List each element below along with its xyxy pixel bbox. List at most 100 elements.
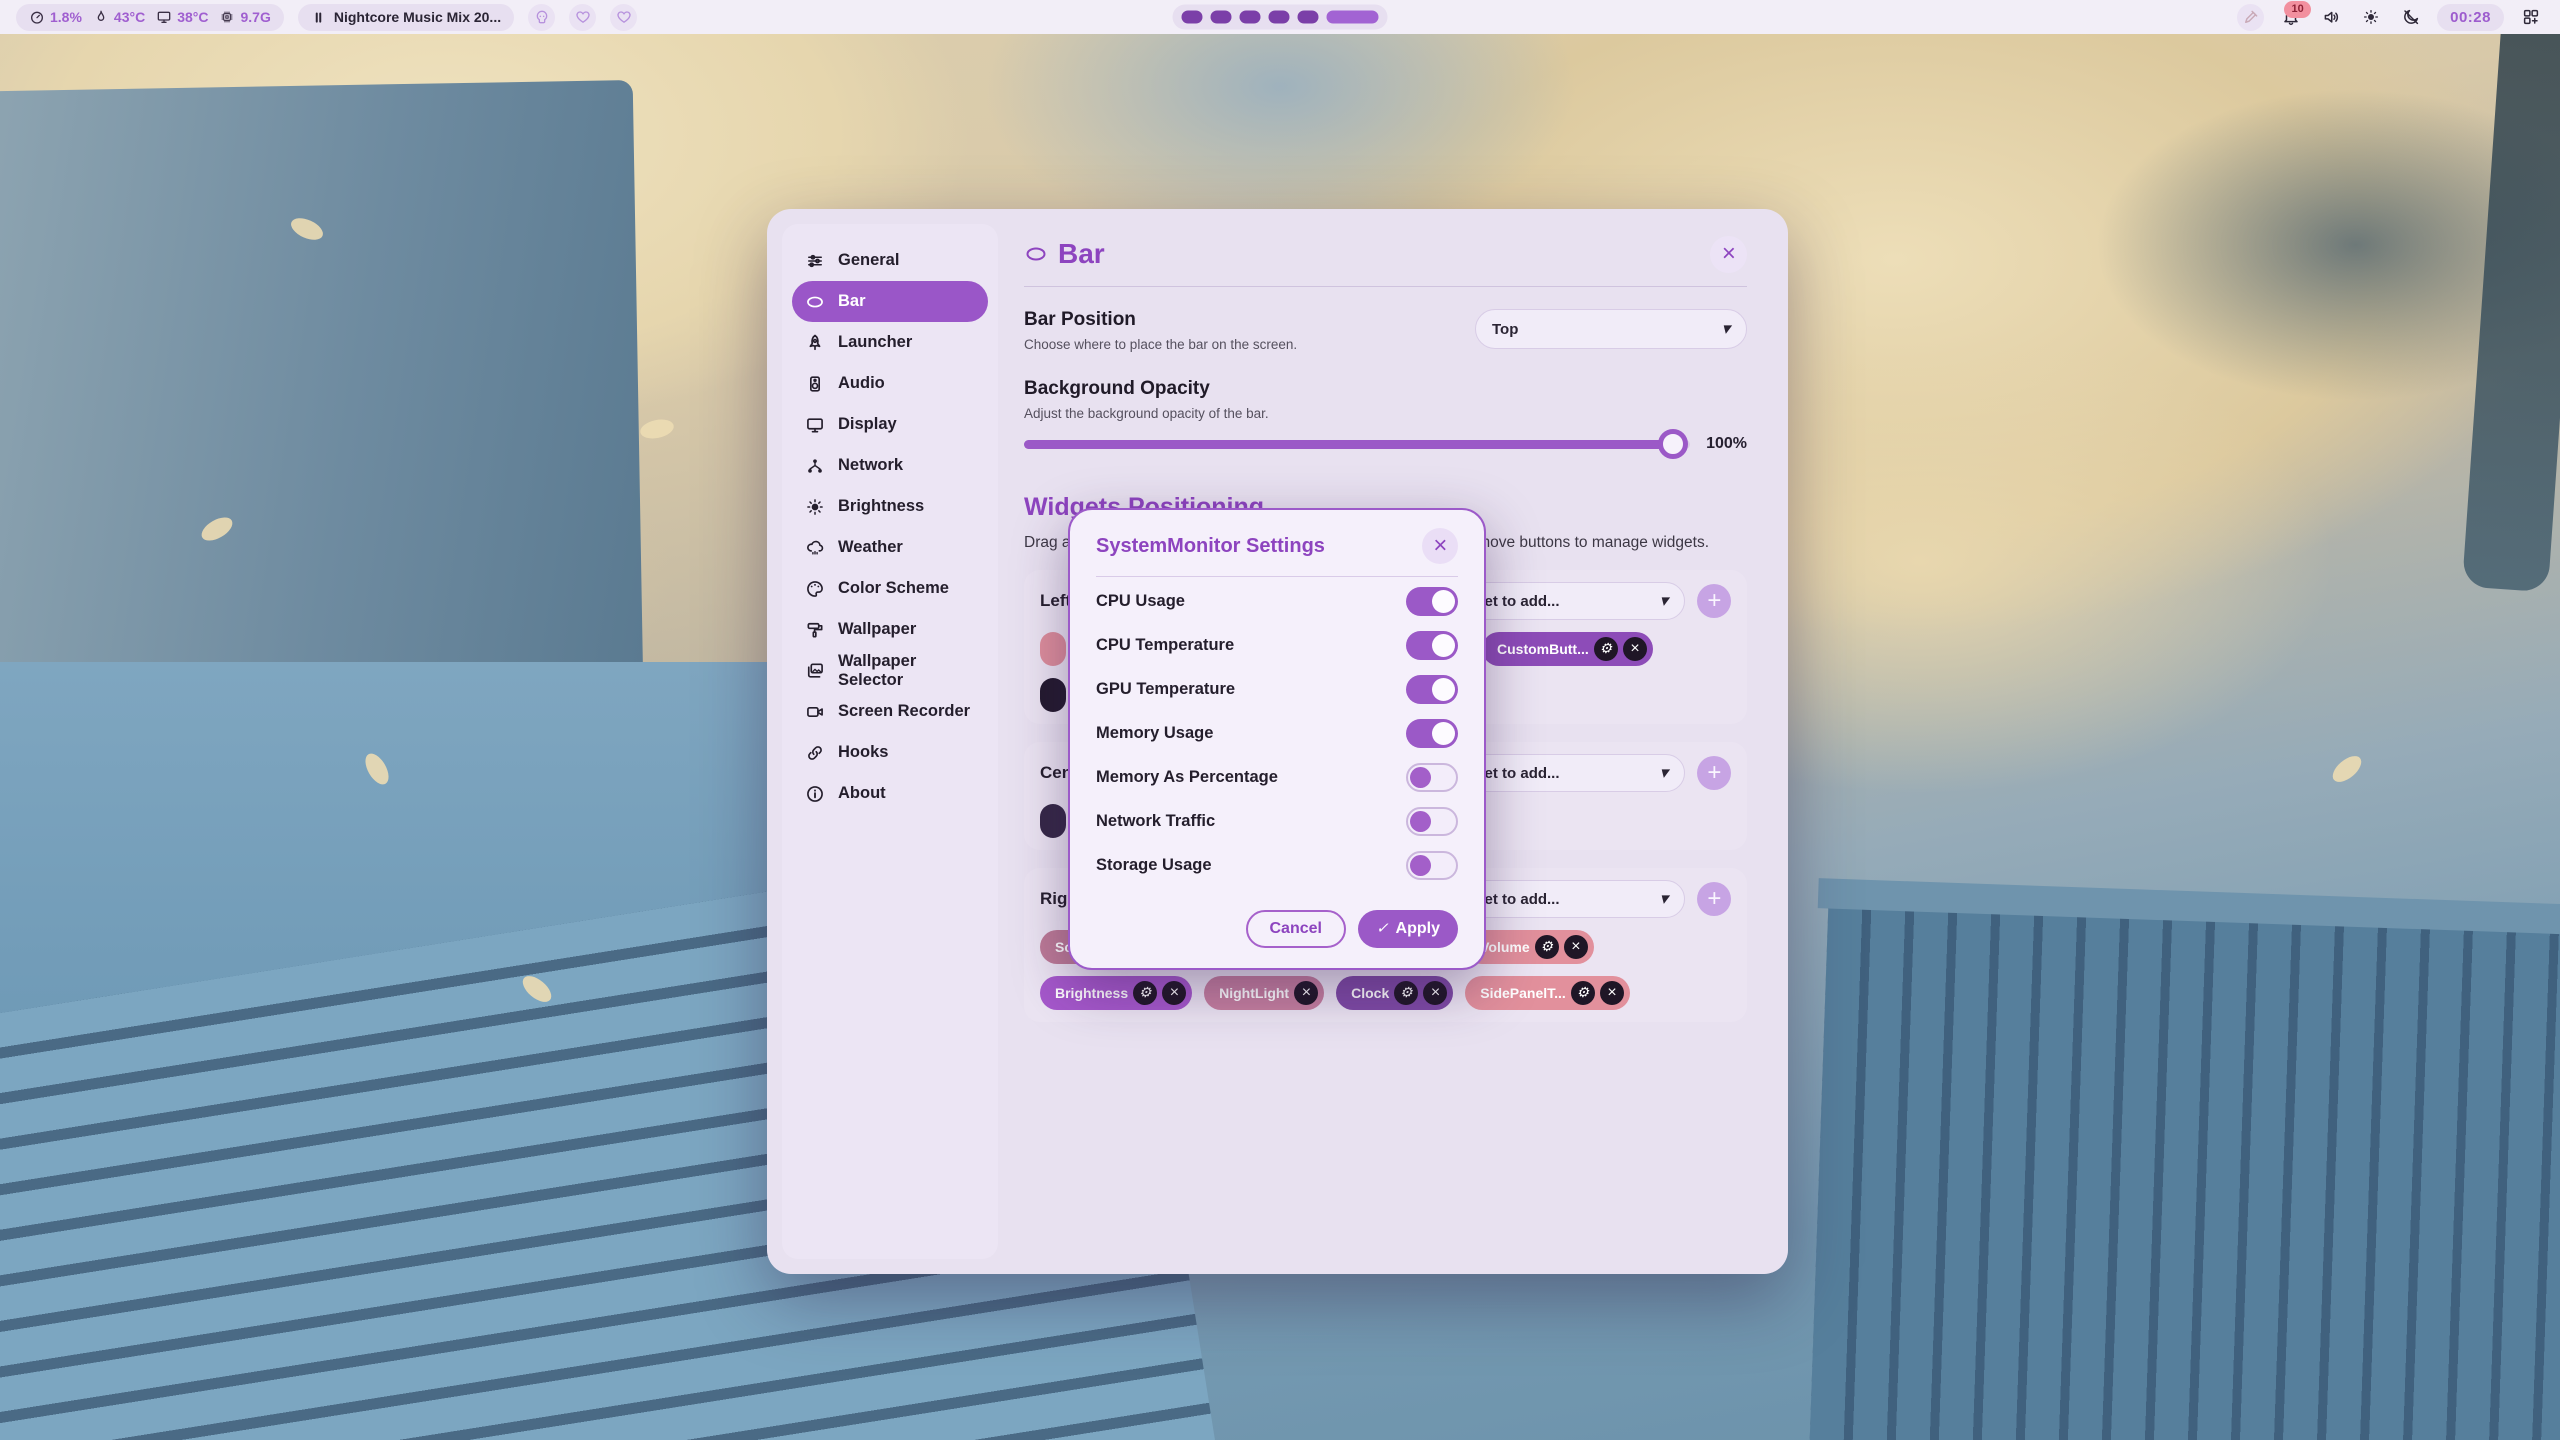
chip-nightlight[interactable]: NightLight <box>1204 976 1324 1010</box>
window-close-button[interactable] <box>1710 236 1747 273</box>
check-icon <box>1376 920 1389 938</box>
chip-partial[interactable] <box>1040 678 1066 712</box>
chevron-down-icon <box>1659 764 1668 783</box>
toggle-knob <box>1432 634 1455 657</box>
chip-remove-button[interactable] <box>1564 935 1588 959</box>
workspace-dot[interactable] <box>1211 11 1232 24</box>
add-widget-button[interactable] <box>1697 882 1731 916</box>
sidebar-item-wallpaper[interactable]: Wallpaper <box>792 609 988 650</box>
chip-clock[interactable]: Clock <box>1336 976 1453 1010</box>
chip-brightness[interactable]: Brightness <box>1040 976 1192 1010</box>
toggle-gpu-temperature[interactable] <box>1406 675 1458 704</box>
sidebar-item-display[interactable]: Display <box>792 404 988 445</box>
video-icon <box>805 702 825 722</box>
chip-settings-button[interactable] <box>1535 935 1559 959</box>
sidebar-item-screen-recorder[interactable]: Screen Recorder <box>792 691 988 732</box>
workspace-dot[interactable] <box>1240 11 1261 24</box>
chip-remove-button[interactable] <box>1162 981 1186 1005</box>
apply-button[interactable]: Apply <box>1358 910 1458 948</box>
dashboard-button[interactable] <box>2517 4 2544 31</box>
chip-custombutton[interactable]: CustomButt... <box>1482 632 1653 666</box>
memory-stat: 9.7G <box>219 9 270 25</box>
add-widget-button[interactable] <box>1697 584 1731 618</box>
workspace-dot[interactable] <box>1269 11 1290 24</box>
sidebar-item-label: About <box>838 784 886 803</box>
skull-button[interactable] <box>528 4 555 31</box>
color-picker-icon <box>2242 8 2260 26</box>
chip-settings-button[interactable] <box>1394 981 1418 1005</box>
toggle-knob <box>1410 767 1431 788</box>
settings-sidebar: General Bar Launcher Audio Display Netwo… <box>782 224 998 1259</box>
system-stats-pill[interactable]: 1.8% 43°C 38°C 9.7G <box>16 4 284 31</box>
chip-settings-button[interactable] <box>1571 981 1595 1005</box>
brightness-button[interactable] <box>2357 4 2384 31</box>
sidebar-item-weather[interactable]: Weather <box>792 527 988 568</box>
slider-handle[interactable] <box>1658 429 1688 459</box>
workspaces-indicator[interactable] <box>1173 5 1388 30</box>
close-icon <box>1571 938 1580 956</box>
toggle-network-traffic[interactable] <box>1406 807 1458 836</box>
cancel-button[interactable]: Cancel <box>1246 910 1346 948</box>
workspace-dot[interactable] <box>1182 11 1203 24</box>
chip-partial[interactable] <box>1040 632 1066 666</box>
flame-icon <box>93 9 109 25</box>
gear-icon <box>1139 984 1152 1002</box>
toggle-label: GPU Temperature <box>1096 680 1235 699</box>
background-opacity-slider[interactable] <box>1024 440 1690 449</box>
page-title: Bar <box>1058 238 1710 270</box>
toggle-cpu-usage[interactable] <box>1406 587 1458 616</box>
sidebar-item-bar[interactable]: Bar <box>792 281 988 322</box>
close-icon <box>1630 640 1639 658</box>
toggle-cpu-temperature[interactable] <box>1406 631 1458 660</box>
night-light-button[interactable] <box>2397 4 2424 31</box>
toggle-storage-usage[interactable] <box>1406 851 1458 880</box>
heart-button-1[interactable] <box>569 4 596 31</box>
sidebar-item-network[interactable]: Network <box>792 445 988 486</box>
toggle-memory-usage[interactable] <box>1406 719 1458 748</box>
color-picker-button[interactable] <box>2237 4 2264 31</box>
clock-pill[interactable]: 00:28 <box>2437 4 2504 31</box>
add-widget-button[interactable] <box>1697 756 1731 790</box>
chip-settings-button[interactable] <box>1594 637 1618 661</box>
chip-remove-button[interactable] <box>1600 981 1624 1005</box>
sidebar-item-label: Wallpaper <box>838 620 916 639</box>
gear-icon <box>1400 984 1413 1002</box>
sidebar-item-audio[interactable]: Audio <box>792 363 988 404</box>
sidebar-item-brightness[interactable]: Brightness <box>792 486 988 527</box>
background-opacity-label: Background Opacity <box>1024 378 1747 400</box>
divider <box>1096 576 1458 577</box>
sidebar-item-wallpaper-selector[interactable]: Wallpaper Selector <box>792 650 988 691</box>
oval-icon <box>805 292 825 312</box>
chip-label: SidePanelT... <box>1480 985 1566 1001</box>
toggle-label: Memory Usage <box>1096 724 1213 743</box>
divider <box>1024 286 1747 287</box>
chip-remove-button[interactable] <box>1423 981 1447 1005</box>
modal-close-button[interactable] <box>1422 528 1458 564</box>
heart-button-2[interactable] <box>610 4 637 31</box>
workspace-active[interactable] <box>1327 11 1379 24</box>
chip-settings-button[interactable] <box>1133 981 1157 1005</box>
chip-partial[interactable] <box>1040 804 1066 838</box>
network-icon <box>805 456 825 476</box>
chip-remove-button[interactable] <box>1294 981 1318 1005</box>
notifications-button[interactable]: 10 <box>2277 4 2304 31</box>
workspace-dot[interactable] <box>1298 11 1319 24</box>
bar-position-select[interactable]: Top <box>1475 309 1747 349</box>
sidebar-item-hooks[interactable]: Hooks <box>792 732 988 773</box>
sidebar-item-launcher[interactable]: Launcher <box>792 322 988 363</box>
chip-remove-button[interactable] <box>1623 637 1647 661</box>
sidebar-item-general[interactable]: General <box>792 240 988 281</box>
cancel-label: Cancel <box>1270 920 1322 938</box>
images-icon <box>805 661 825 681</box>
toggle-memory-as-percentage[interactable] <box>1406 763 1458 792</box>
volume-button[interactable] <box>2317 4 2344 31</box>
memory-value: 9.7G <box>240 9 270 25</box>
chip-sidepanel[interactable]: SidePanelT... <box>1465 976 1630 1010</box>
chevron-down-icon <box>1659 890 1668 909</box>
moon-off-icon <box>2402 8 2420 26</box>
sidebar-item-color-scheme[interactable]: Color Scheme <box>792 568 988 609</box>
media-player-pill[interactable]: Nightcore Music Mix 20... <box>298 4 514 31</box>
systemmonitor-settings-modal: SystemMonitor Settings CPU Usage CPU Tem… <box>1068 508 1486 970</box>
sun-icon <box>2362 8 2380 26</box>
sidebar-item-about[interactable]: About <box>792 773 988 814</box>
